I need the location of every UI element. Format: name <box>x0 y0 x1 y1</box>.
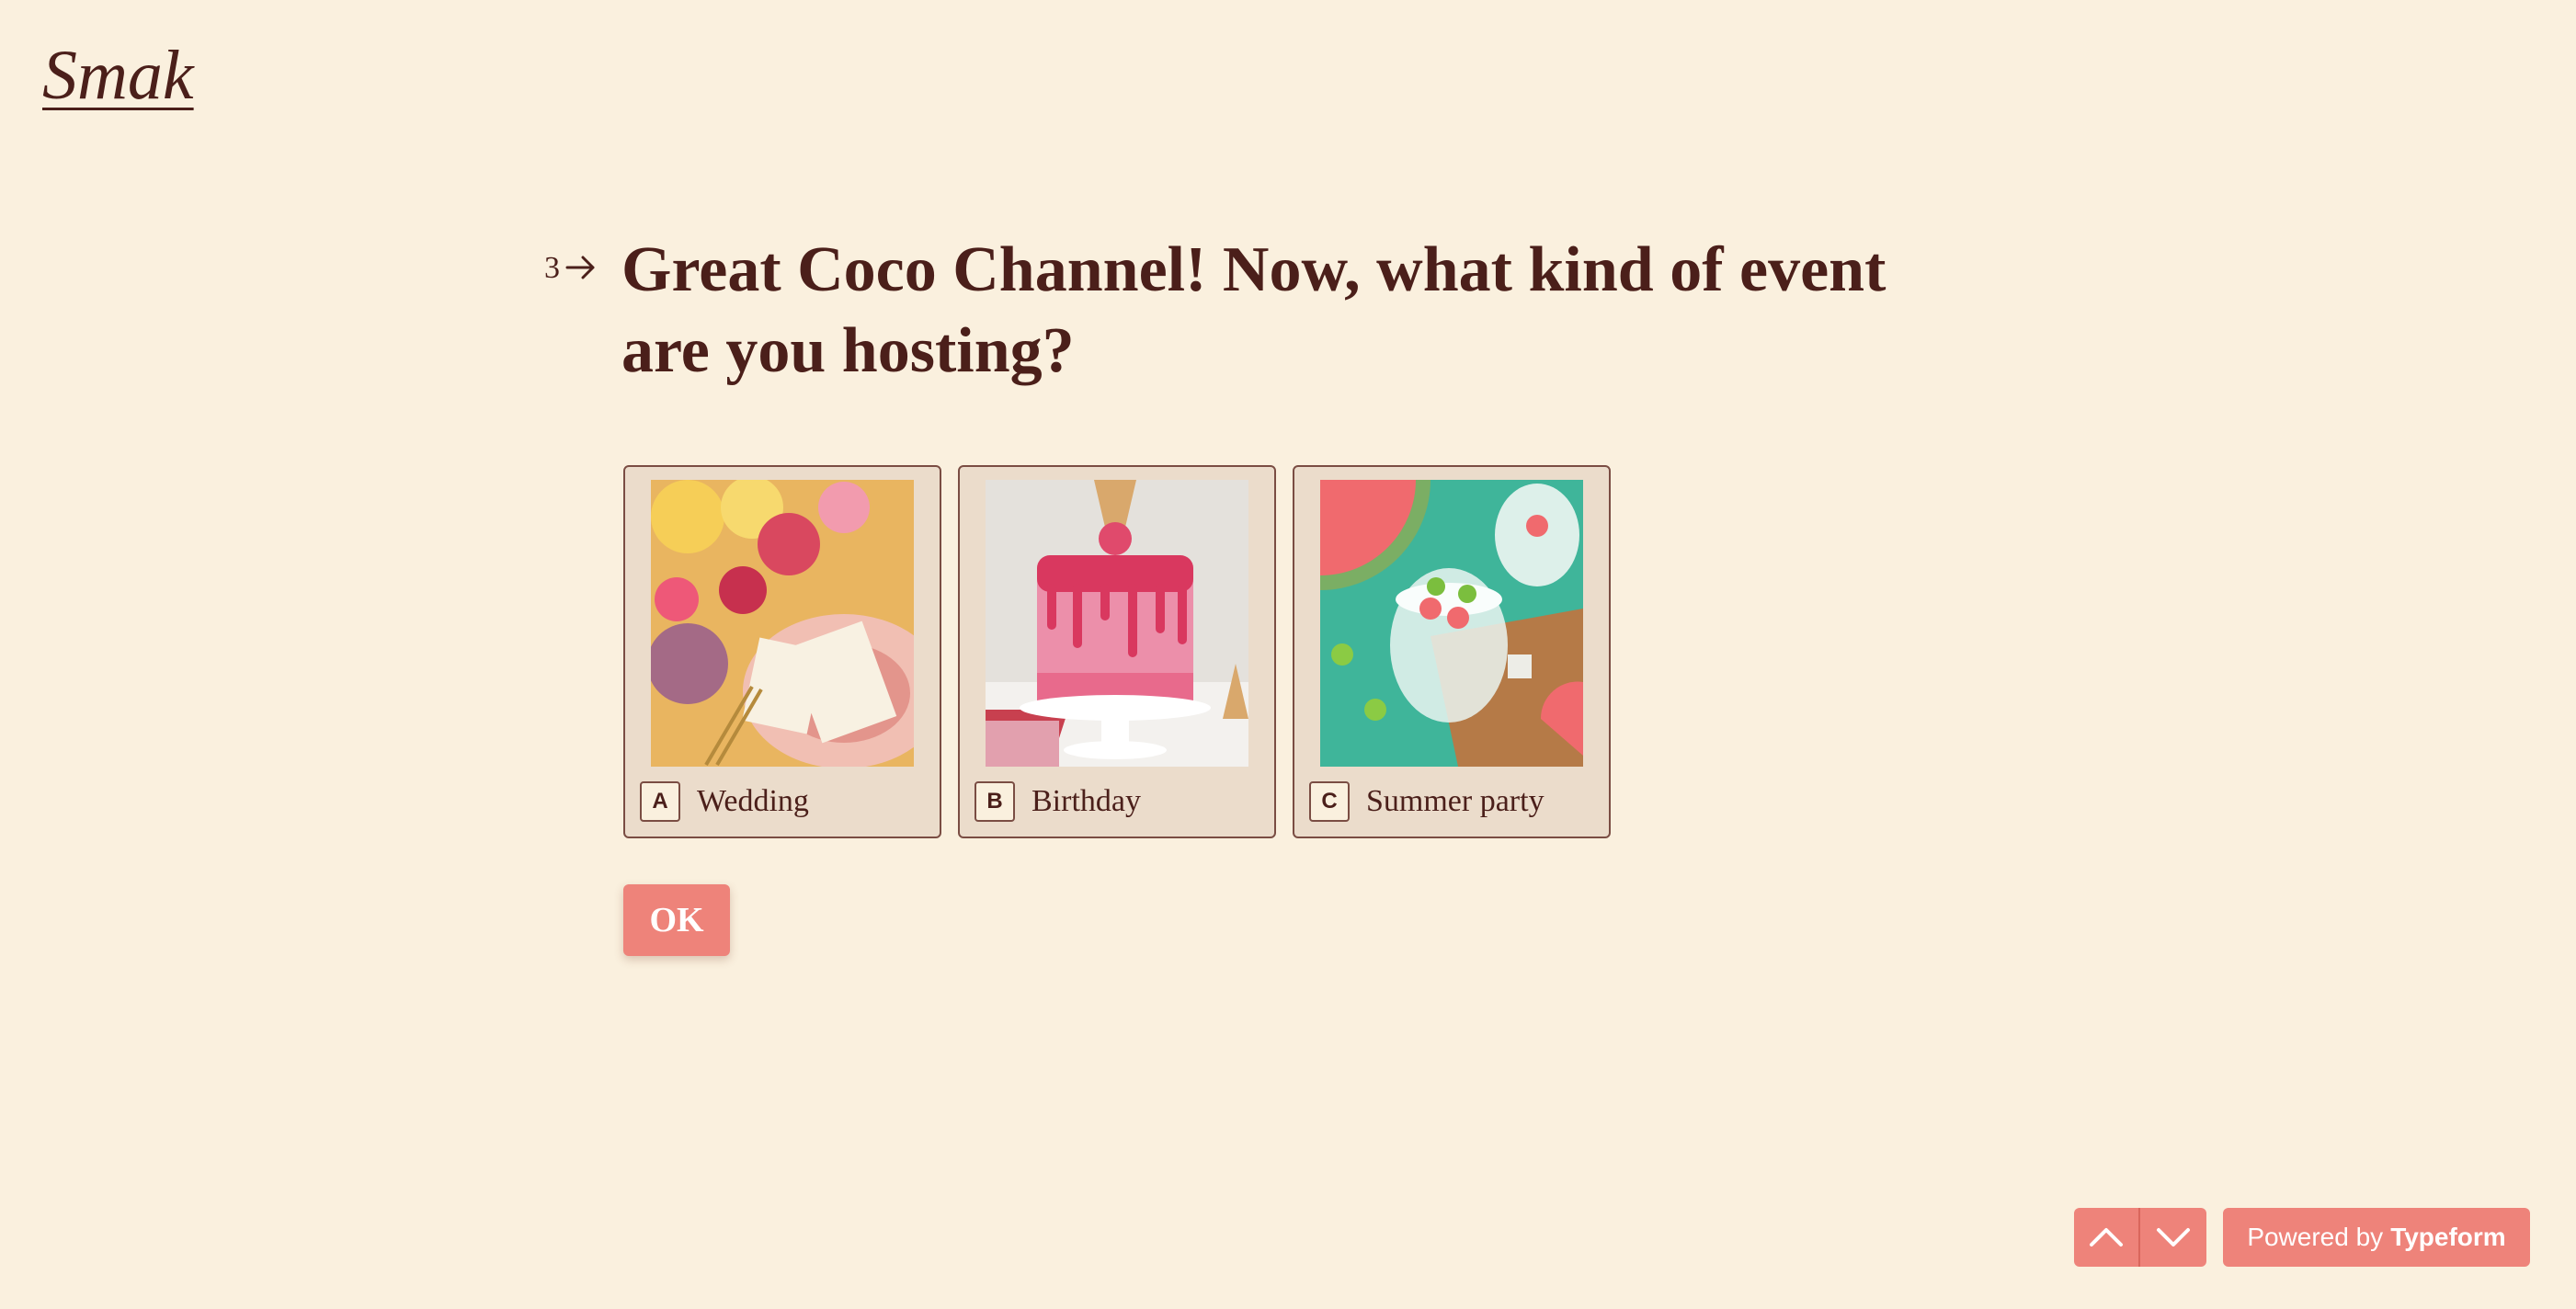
choice-key-c: C <box>1309 781 1350 822</box>
choice-label-wedding: Wedding <box>697 784 809 818</box>
choice-key-a: A <box>640 781 680 822</box>
choice-birthday[interactable]: B Birthday <box>958 465 1276 838</box>
choice-list: A Wedding B Birthday C Summer party <box>623 465 1611 838</box>
navigation-buttons <box>2074 1208 2206 1267</box>
chevron-up-icon <box>2090 1228 2123 1246</box>
brand-logo[interactable]: Smak <box>42 33 194 118</box>
wedding-image <box>651 480 914 767</box>
question-title: Great Coco Channel! Now, what kind of ev… <box>621 234 1886 386</box>
next-question-button[interactable] <box>2140 1208 2206 1267</box>
choice-key-b: B <box>975 781 1015 822</box>
summer-party-image <box>1320 480 1583 767</box>
typeform-brand-text: Typeform <box>2390 1223 2506 1251</box>
powered-by-typeform-link[interactable]: Powered by Typeform <box>2223 1208 2530 1267</box>
arrow-right-icon <box>565 256 595 279</box>
choice-label-birthday: Birthday <box>1032 784 1141 818</box>
choice-summer-party[interactable]: C Summer party <box>1293 465 1611 838</box>
choice-label-summer-party: Summer party <box>1366 784 1544 818</box>
ok-button[interactable]: OK <box>623 884 730 956</box>
powered-by-text: Powered by <box>2247 1223 2384 1251</box>
previous-question-button[interactable] <box>2074 1208 2140 1267</box>
question-number: 3 <box>544 250 597 287</box>
chevron-down-icon <box>2157 1228 2190 1246</box>
question-number-text: 3 <box>544 251 560 285</box>
choice-wedding[interactable]: A Wedding <box>623 465 941 838</box>
birthday-image <box>986 480 1248 767</box>
